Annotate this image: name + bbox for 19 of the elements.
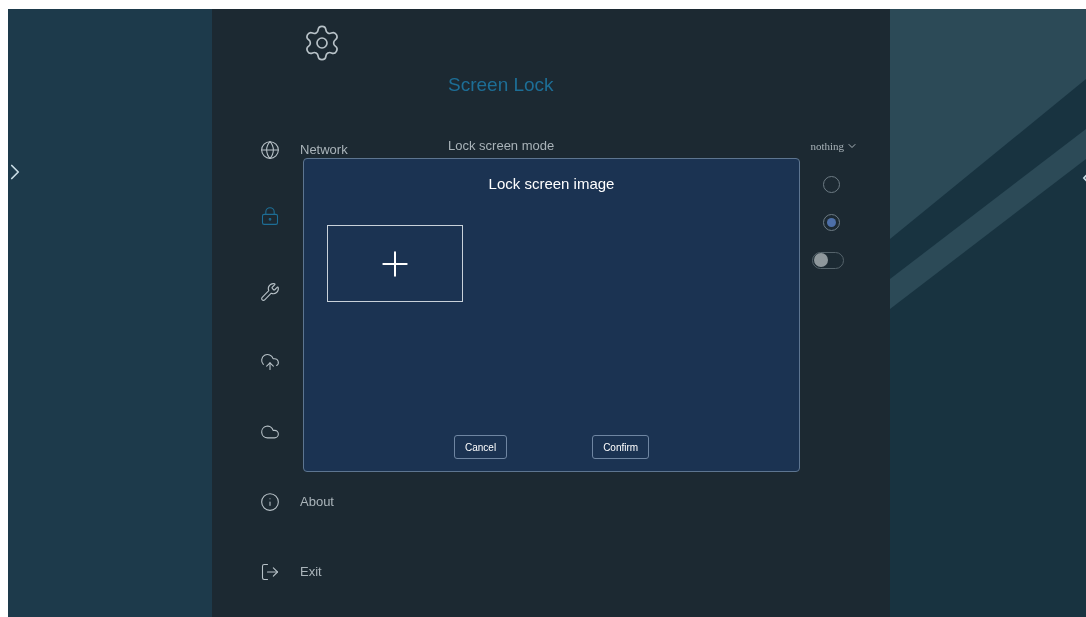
wrench-icon xyxy=(260,282,280,302)
page-title: Screen Lock xyxy=(448,73,555,97)
toggle-switch[interactable] xyxy=(812,251,844,269)
add-image-button[interactable] xyxy=(327,225,463,302)
sidebar-item[interactable] xyxy=(260,282,280,302)
cloud-upload-icon xyxy=(260,352,280,372)
sidebar-item[interactable]: Network xyxy=(260,140,348,160)
sidebar-item[interactable]: About xyxy=(260,492,334,512)
sidebar-item[interactable]: Exit xyxy=(260,562,322,582)
dialog-button[interactable]: Cancel xyxy=(454,435,508,459)
exit-icon xyxy=(260,562,280,582)
dialog-title: Lock screen image xyxy=(487,174,616,194)
sidebar-item[interactable] xyxy=(260,352,280,372)
setting-label: Lock screen mode xyxy=(448,137,555,156)
mode-dropdown[interactable]: nothing xyxy=(810,137,858,155)
info-icon xyxy=(260,492,280,512)
dialog-button[interactable]: Confirm xyxy=(592,435,650,459)
lock-icon xyxy=(260,206,280,226)
globe-icon xyxy=(260,140,280,160)
